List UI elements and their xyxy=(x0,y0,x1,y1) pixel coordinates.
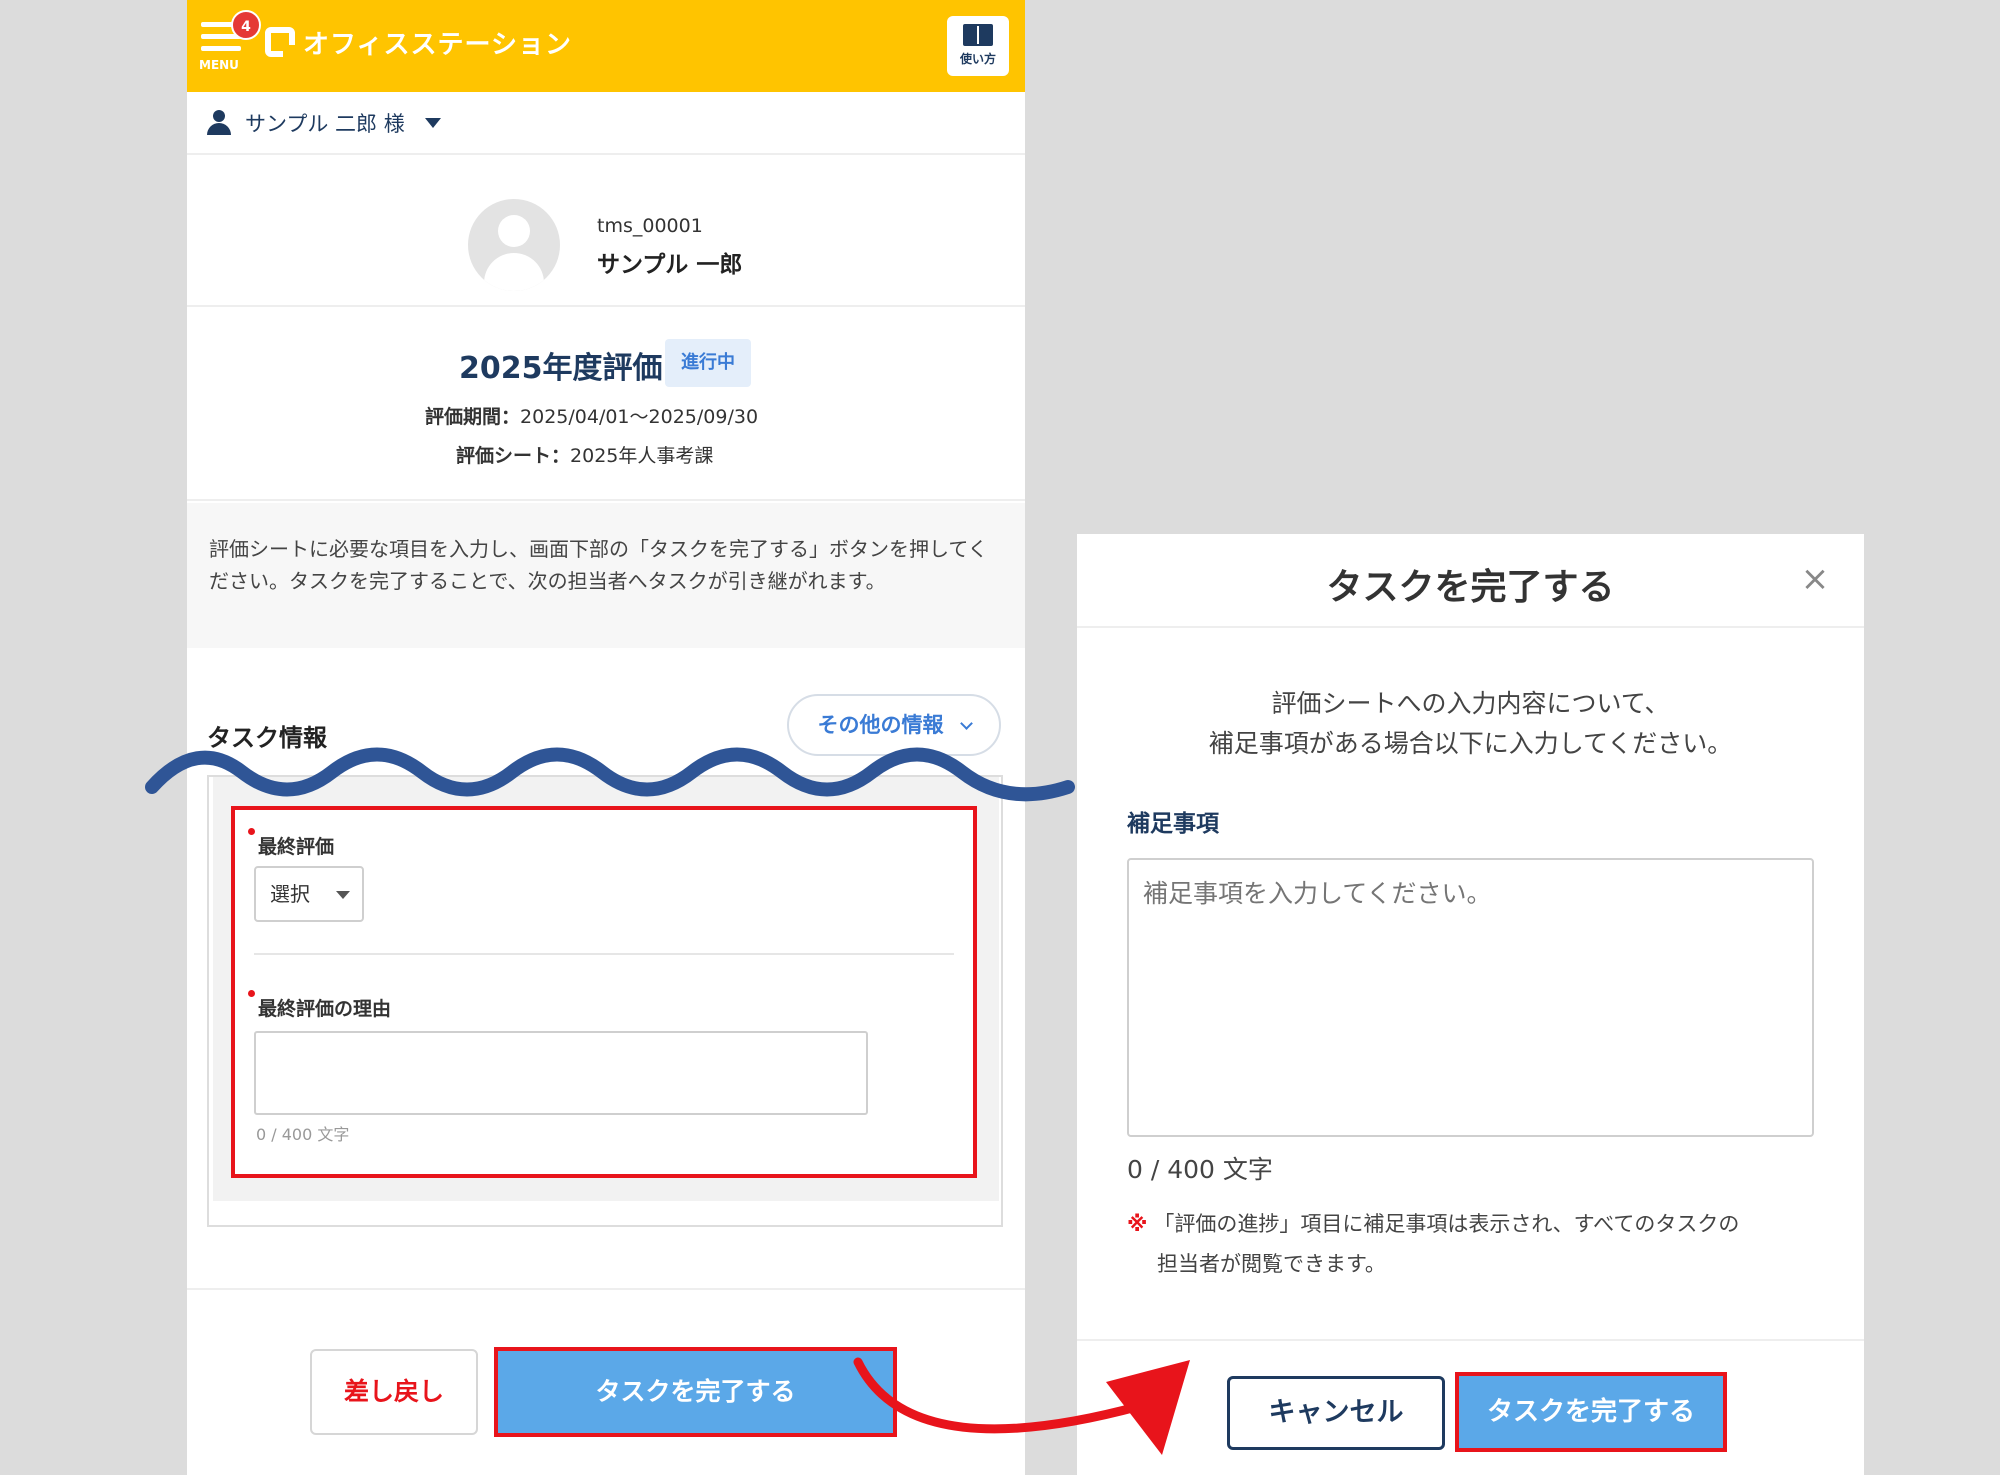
final-eval-select[interactable]: 選択 xyxy=(254,866,364,922)
avatar xyxy=(468,199,560,291)
evaluation-sheet: 評価シート：2025年人事考課 xyxy=(456,441,713,468)
modal-header-divider xyxy=(1077,626,1864,628)
field-divider xyxy=(254,953,954,955)
supplement-char-counter: 0 / 400 文字 xyxy=(1127,1155,1273,1184)
supplement-input[interactable] xyxy=(1127,858,1814,1137)
current-user-name: サンプル 二郎 様 xyxy=(245,111,405,136)
help-button[interactable]: 使い方 xyxy=(947,16,1009,76)
evaluation-period: 評価期間：2025/04/01～2025/09/30 xyxy=(425,402,758,429)
cancel-button[interactable]: キャンセル xyxy=(1227,1376,1445,1450)
employee-id: tms_00001 xyxy=(597,215,703,237)
menu-button[interactable]: MENU 4 xyxy=(197,10,261,76)
menu-label: MENU xyxy=(199,58,239,72)
app-header: MENU 4 オフィスステーション 使い方 xyxy=(187,0,1025,92)
supplement-label: 補足事項 xyxy=(1127,811,1219,837)
dropdown-arrow-icon xyxy=(336,891,350,899)
user-icon xyxy=(207,109,231,136)
period-value: 2025/04/01～2025/09/30 xyxy=(520,406,759,428)
modal-title: タスクを完了する xyxy=(1326,567,1615,608)
status-badge: 進行中 xyxy=(665,339,751,387)
app-logo[interactable]: オフィスステーション xyxy=(265,22,572,62)
required-marker xyxy=(248,990,255,997)
complete-task-button[interactable]: タスクを完了する xyxy=(494,1347,897,1437)
sheet-label: 評価シート： xyxy=(456,445,571,467)
flow-arrow-icon xyxy=(853,1357,1190,1455)
modal-message-line1: 評価シートへの入力内容について、 xyxy=(1271,689,1670,718)
final-eval-reason-input[interactable] xyxy=(254,1031,868,1115)
chevron-down-icon xyxy=(959,717,973,730)
return-button[interactable]: 差し戻し xyxy=(310,1349,478,1435)
logo-icon xyxy=(265,27,295,57)
note-line1: 「評価の進捗」項目に補足事項は表示され、すべてのタスクの xyxy=(1153,1212,1740,1236)
modal-message-line2: 補足事項がある場合以下に入力してください。 xyxy=(1208,729,1733,758)
reason-char-counter: 0 / 400 文字 xyxy=(256,1125,350,1144)
caret-down-icon xyxy=(424,117,441,128)
modal-complete-task-button[interactable]: タスクを完了する xyxy=(1455,1372,1727,1452)
cut-wave-decoration xyxy=(145,747,1075,802)
final-eval-reason-label: 最終評価の理由 xyxy=(258,998,392,1020)
close-icon[interactable]: × xyxy=(1800,562,1830,596)
evaluation-title: 2025年度評価 xyxy=(459,351,663,386)
logo-text: オフィスステーション xyxy=(303,29,572,60)
complete-task-modal: タスクを完了する × 評価シートへの入力内容について、 補足事項がある場合以下に… xyxy=(1077,534,1864,1475)
book-icon xyxy=(963,24,993,46)
supplement-note: ※ 「評価の進捗」項目に補足事項は表示され、すべてのタスクの 担当者が閲覧できます… xyxy=(1127,1204,1739,1284)
required-marker xyxy=(248,828,255,835)
sheet-value: 2025年人事考課 xyxy=(570,445,714,467)
modal-message: 評価シートへの入力内容について、 補足事項がある場合以下に入力してください。 xyxy=(1077,684,1864,764)
employee-profile: tms_00001 サンプル 一郎 xyxy=(187,157,1025,307)
employee-name: サンプル 一郎 xyxy=(597,252,743,278)
period-label: 評価期間： xyxy=(425,406,521,428)
instruction-notice: 評価シートに必要な項目を入力し、画面下部の「タスクを完了する」ボタンを押してくだ… xyxy=(187,503,1025,648)
note-line2: 担当者が閲覧できます。 xyxy=(1157,1252,1386,1276)
user-switcher[interactable]: サンプル 二郎 様 xyxy=(187,92,1025,155)
notification-badge: 4 xyxy=(231,10,261,40)
hamburger-icon-bar xyxy=(201,46,241,51)
note-mark: ※ xyxy=(1127,1212,1148,1236)
footer-divider xyxy=(187,1288,1025,1290)
help-label: 使い方 xyxy=(959,52,996,66)
evaluation-summary: 2025年度評価 進行中 評価期間：2025/04/01～2025/09/30 … xyxy=(187,309,1025,501)
final-eval-label: 最終評価 xyxy=(258,836,335,858)
final-eval-select-value: 選択 xyxy=(270,882,310,906)
